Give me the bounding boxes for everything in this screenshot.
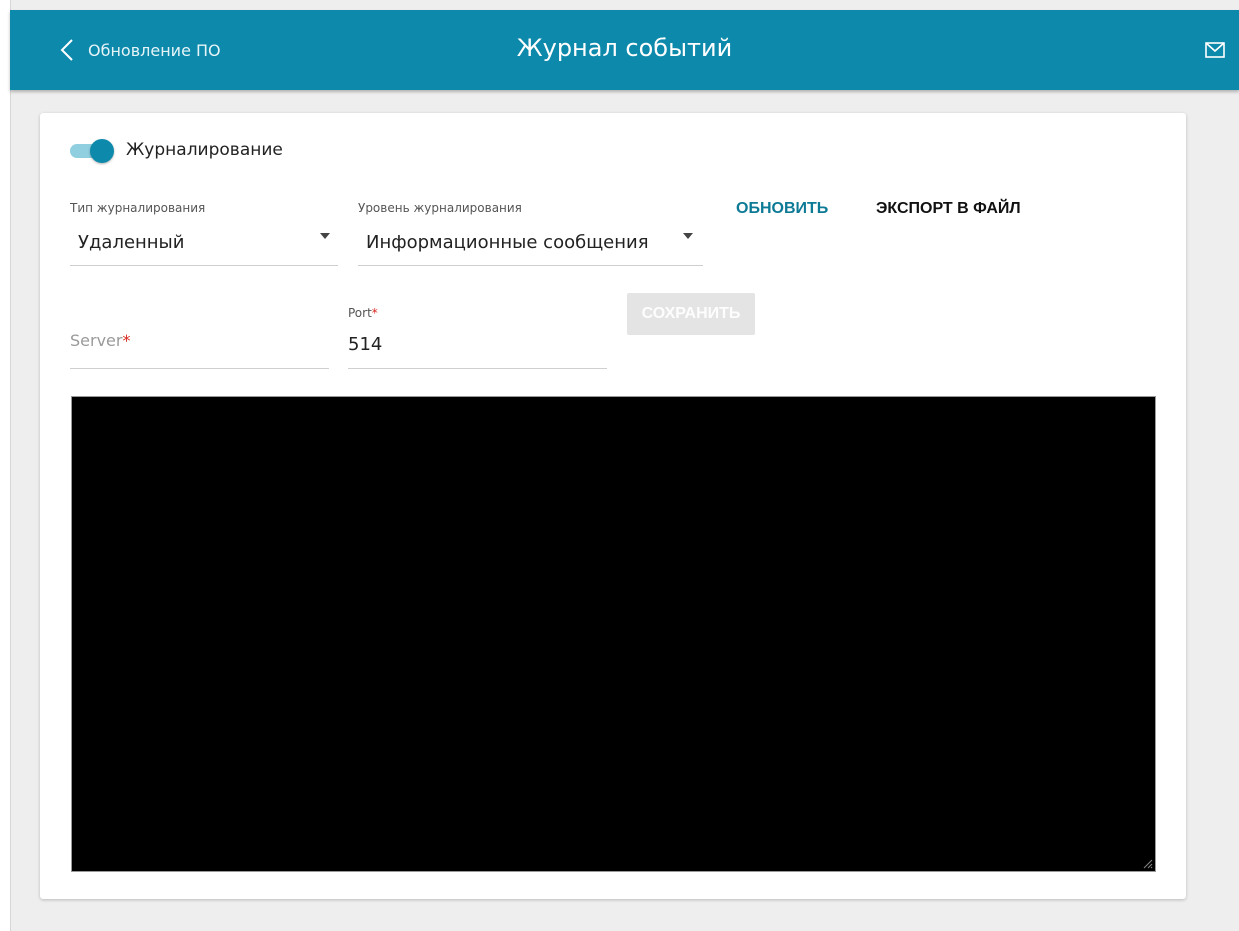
port-field[interactable]: Port* 514 [348, 298, 607, 369]
logging-toggle[interactable]: Журналирование [70, 137, 283, 163]
logging-level-select[interactable]: Уровень журналирования Информационные со… [358, 197, 703, 266]
caret-down-icon [320, 233, 330, 239]
logging-type-select[interactable]: Тип журналирования Удаленный [70, 197, 338, 266]
logging-toggle-label: Журналирование [126, 140, 283, 160]
logging-level-value: Информационные сообщения [366, 232, 649, 253]
page-title: Журнал событий [516, 34, 733, 62]
logging-switch[interactable] [70, 137, 114, 163]
logging-type-label: Тип журналирования [70, 201, 206, 215]
logging-type-value: Удаленный [78, 232, 185, 253]
resize-grip-icon[interactable] [1141, 857, 1153, 869]
top-bar: Обновление ПО Журнал событий [10, 10, 1239, 90]
required-mark: * [122, 331, 131, 350]
export-to-file-button[interactable]: ЭКСПОРТ В ФАЙЛ [876, 200, 1021, 218]
logging-level-label: Уровень журналирования [358, 201, 522, 215]
server-field[interactable]: Server* [70, 298, 329, 369]
switch-knob [90, 139, 114, 163]
port-label: Port* [348, 306, 378, 320]
refresh-button[interactable]: ОБНОВИТЬ [736, 200, 828, 218]
caret-down-icon [683, 233, 693, 239]
log-output[interactable] [71, 396, 1156, 872]
mail-icon[interactable] [1205, 42, 1225, 58]
log-settings-card: Журналирование Тип журналирования Удален… [40, 113, 1186, 899]
port-value: 514 [348, 334, 383, 355]
server-label: Server* [70, 331, 131, 350]
required-mark: * [371, 306, 378, 320]
save-button[interactable]: СОХРАНИТЬ [627, 293, 755, 335]
